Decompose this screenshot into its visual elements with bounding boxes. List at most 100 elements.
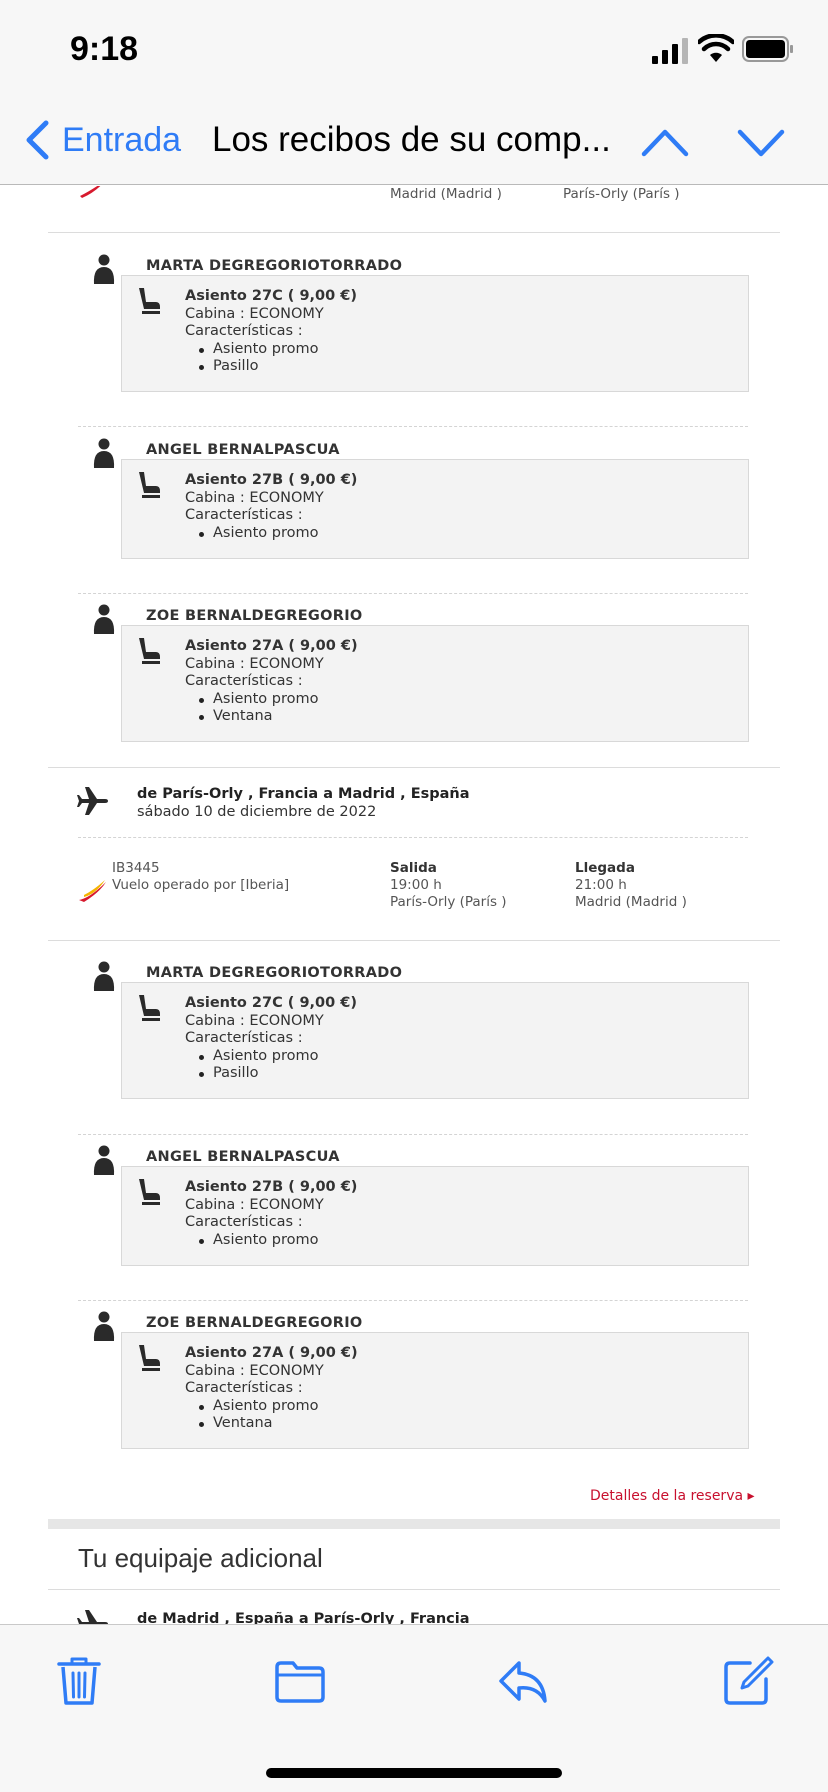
- departure-time: 19:00 h: [390, 877, 442, 893]
- flight-date: sábado 10 de diciembre de 2022: [137, 804, 377, 820]
- passenger-name: ZOE BERNALDEGREGORIO: [146, 608, 363, 624]
- person-icon: [93, 1311, 115, 1341]
- person-icon: [93, 604, 115, 634]
- battery-icon: [742, 36, 793, 62]
- divider: [48, 1589, 780, 1590]
- passenger-name: ANGEL BERNALPASCUA: [146, 1149, 340, 1165]
- back-label: Entrada: [62, 120, 182, 159]
- seat-details: Asiento 27B ( 9,00 €) Cabina : ECONOMY C…: [121, 1166, 749, 1266]
- status-time: 9:18: [70, 30, 139, 68]
- arrival-label: Llegada: [575, 860, 635, 876]
- iberia-logo: [80, 186, 101, 198]
- seat-icon: [139, 995, 160, 1021]
- person-icon: [93, 961, 115, 991]
- feature-item: Asiento promo: [199, 691, 358, 709]
- operated-by: Vuelo operado por [Iberia]: [112, 877, 290, 893]
- cabin-label: Cabina : ECONOMY: [185, 655, 324, 672]
- airplane-icon: [77, 787, 108, 815]
- features-label: Características :: [185, 323, 303, 340]
- compose-icon[interactable]: [722, 1655, 774, 1707]
- seat-details: Asiento 27A ( 9,00 €) Cabina : ECONOMY C…: [121, 625, 749, 742]
- seat-details: Asiento 27C ( 9,00 €) Cabina : ECONOMY C…: [121, 982, 749, 1099]
- dashed-divider: [78, 1300, 748, 1301]
- trash-icon[interactable]: [53, 1655, 105, 1707]
- person-icon: [93, 254, 115, 284]
- back-button[interactable]: Entrada: [24, 118, 181, 162]
- divider: [48, 767, 780, 768]
- divider: [48, 940, 780, 941]
- departure-label: Salida: [390, 860, 437, 876]
- mail-toolbar: [0, 1624, 828, 1792]
- dashed-divider: [78, 837, 748, 838]
- passenger-name: MARTA DEGREGORIOTORRADO: [146, 258, 403, 274]
- seat-details: Asiento 27C ( 9,00 €) Cabina : ECONOMY C…: [121, 275, 749, 392]
- seat-label: Asiento 27B ( 9,00 €): [185, 472, 358, 488]
- seat-icon: [139, 288, 160, 314]
- feature-item: Pasillo: [198, 358, 357, 376]
- seat-details: Asiento 27A ( 9,00 €) Cabina : ECONOMY C…: [121, 1332, 749, 1449]
- seat-label: Asiento 27C ( 9,00 €): [185, 288, 358, 304]
- message-subject-title: Los recibos de su comp...: [212, 120, 611, 159]
- seat-icon: [139, 472, 160, 498]
- folder-icon[interactable]: [274, 1655, 326, 1707]
- person-icon: [93, 1145, 115, 1175]
- baggage-section-title: Tu equipaje adicional: [78, 1543, 323, 1573]
- features-label: Características :: [185, 1380, 303, 1397]
- feature-item: Asiento promo: [198, 1232, 357, 1250]
- feature-item: Pasillo: [198, 1065, 357, 1083]
- seat-details: Asiento 27B ( 9,00 €) Cabina : ECONOMY C…: [121, 459, 749, 559]
- cellular-signal-icon: [652, 38, 688, 64]
- feature-item: Ventana: [199, 708, 358, 726]
- seat-label: Asiento 27B ( 9,00 €): [185, 1179, 358, 1195]
- feature-item: Asiento promo: [198, 1048, 357, 1066]
- departure-city: París-Orly (París ): [390, 894, 507, 910]
- reply-icon[interactable]: [497, 1655, 549, 1707]
- features-label: Características :: [185, 1030, 303, 1047]
- features-label: Características :: [185, 507, 303, 524]
- person-icon: [93, 438, 115, 468]
- features-label: Características :: [185, 1214, 303, 1231]
- mail-nav-bar: Entrada Los recibos de su comp...: [0, 100, 828, 185]
- section-separator: [48, 1519, 780, 1529]
- prev-flight-from-city: Madrid (Madrid ): [390, 186, 502, 202]
- passenger-name: MARTA DEGREGORIOTORRADO: [146, 965, 403, 981]
- arrival-city: Madrid (Madrid ): [575, 894, 687, 910]
- iberia-logo: [79, 880, 106, 902]
- passenger-name: ZOE BERNALDEGREGORIO: [146, 1315, 363, 1331]
- cabin-label: Cabina : ECONOMY: [185, 489, 324, 506]
- seat-icon: [139, 1345, 160, 1371]
- divider: [48, 232, 780, 233]
- prev-flight-to-city: París-Orly (París ): [563, 186, 680, 202]
- cabin-label: Cabina : ECONOMY: [185, 1362, 324, 1379]
- seat-label: Asiento 27A ( 9,00 €): [185, 1345, 358, 1361]
- next-message-button[interactable]: [736, 122, 786, 162]
- airplane-icon: [77, 1610, 108, 1624]
- home-indicator[interactable]: [266, 1768, 562, 1778]
- feature-item: Asiento promo: [198, 525, 357, 543]
- flight-number: IB3445: [112, 860, 160, 876]
- cabin-label: Cabina : ECONOMY: [185, 305, 324, 322]
- cabin-label: Cabina : ECONOMY: [185, 1196, 324, 1213]
- features-label: Características :: [185, 673, 303, 690]
- seat-icon: [139, 1179, 160, 1205]
- dashed-divider: [78, 1134, 748, 1135]
- arrival-time: 21:00 h: [575, 877, 627, 893]
- seat-icon: [139, 638, 160, 664]
- seat-label: Asiento 27C ( 9,00 €): [185, 995, 358, 1011]
- seat-label: Asiento 27A ( 9,00 €): [185, 638, 358, 654]
- cabin-label: Cabina : ECONOMY: [185, 1012, 324, 1029]
- feature-item: Ventana: [199, 1415, 358, 1433]
- feature-item: Asiento promo: [198, 341, 357, 359]
- feature-item: Asiento promo: [199, 1398, 358, 1416]
- flight-route: de París-Orly , Francia a Madrid , Españ…: [137, 786, 470, 802]
- chevron-left-icon: [26, 120, 49, 160]
- wifi-icon: [698, 34, 734, 62]
- status-bar: 9:18: [0, 0, 828, 100]
- dashed-divider: [78, 426, 748, 427]
- previous-message-button[interactable]: [640, 122, 690, 162]
- passenger-name: ANGEL BERNALPASCUA: [146, 442, 340, 458]
- dashed-divider: [78, 593, 748, 594]
- email-body[interactable]: Madrid (Madrid ) París-Orly (París ) MAR…: [0, 186, 828, 1624]
- baggage-flight-route: de Madrid , España a París-Orly , Franci…: [137, 1611, 470, 1624]
- booking-details-link[interactable]: Detalles de la reserva ▸: [590, 1488, 755, 1504]
